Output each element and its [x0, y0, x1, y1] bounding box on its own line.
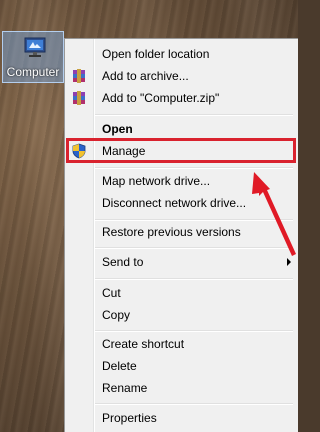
menu-item-label: Cut	[102, 286, 121, 300]
menu-item-map-network-drive[interactable]: Map network drive...	[65, 170, 299, 192]
menu-separator	[95, 330, 293, 332]
submenu-arrow-icon	[287, 258, 291, 266]
menu-item-rename[interactable]: Rename	[65, 377, 299, 399]
menu-item-create-shortcut[interactable]: Create shortcut	[65, 333, 299, 355]
menu-item-disconnect-network-drive[interactable]: Disconnect network drive...	[65, 192, 299, 214]
winrar-icon	[73, 69, 85, 83]
menu-item-send-to[interactable]: Send to	[65, 251, 299, 273]
menu-item-copy[interactable]: Copy	[65, 304, 299, 326]
menu-item-add-to-zip[interactable]: Add to "Computer.zip"	[65, 87, 299, 109]
menu-item-label: Add to "Computer.zip"	[102, 91, 220, 105]
menu-item-label: Delete	[102, 359, 137, 373]
context-menu: Open folder location Add to archive... A…	[64, 38, 298, 432]
menu-item-label: Create shortcut	[102, 337, 185, 351]
menu-item-cut[interactable]: Cut	[65, 282, 299, 304]
menu-separator	[95, 278, 293, 280]
menu-item-open[interactable]: Open	[65, 118, 299, 140]
menu-item-label: Send to	[102, 255, 144, 269]
menu-item-label: Rename	[102, 381, 148, 395]
menu-separator	[95, 247, 293, 249]
menu-item-label: Copy	[102, 308, 131, 322]
menu-item-restore-previous-versions[interactable]: Restore previous versions	[65, 221, 299, 243]
menu-item-label: Properties	[102, 411, 157, 425]
menu-item-delete[interactable]: Delete	[65, 355, 299, 377]
menu-item-label: Open	[102, 122, 133, 136]
desktop-icon-computer[interactable]: Computer	[2, 31, 64, 83]
menu-item-properties[interactable]: Properties	[65, 407, 299, 429]
menu-separator	[95, 114, 293, 116]
menu-item-label: Open folder location	[102, 47, 210, 61]
menu-item-label: Add to archive...	[102, 69, 189, 83]
menu-item-add-to-archive[interactable]: Add to archive...	[65, 65, 299, 87]
annotation-highlight-box	[66, 138, 296, 163]
menu-item-open-folder-location[interactable]: Open folder location	[65, 43, 299, 65]
menu-separator	[95, 167, 293, 169]
winrar-icon	[73, 91, 85, 105]
menu-separator	[95, 403, 293, 405]
desktop-icon-label: Computer	[6, 65, 60, 79]
menu-item-label: Map network drive...	[102, 174, 211, 188]
menu-item-label: Restore previous versions	[102, 225, 241, 239]
menu-item-label: Disconnect network drive...	[102, 196, 247, 210]
computer-icon	[24, 37, 46, 57]
